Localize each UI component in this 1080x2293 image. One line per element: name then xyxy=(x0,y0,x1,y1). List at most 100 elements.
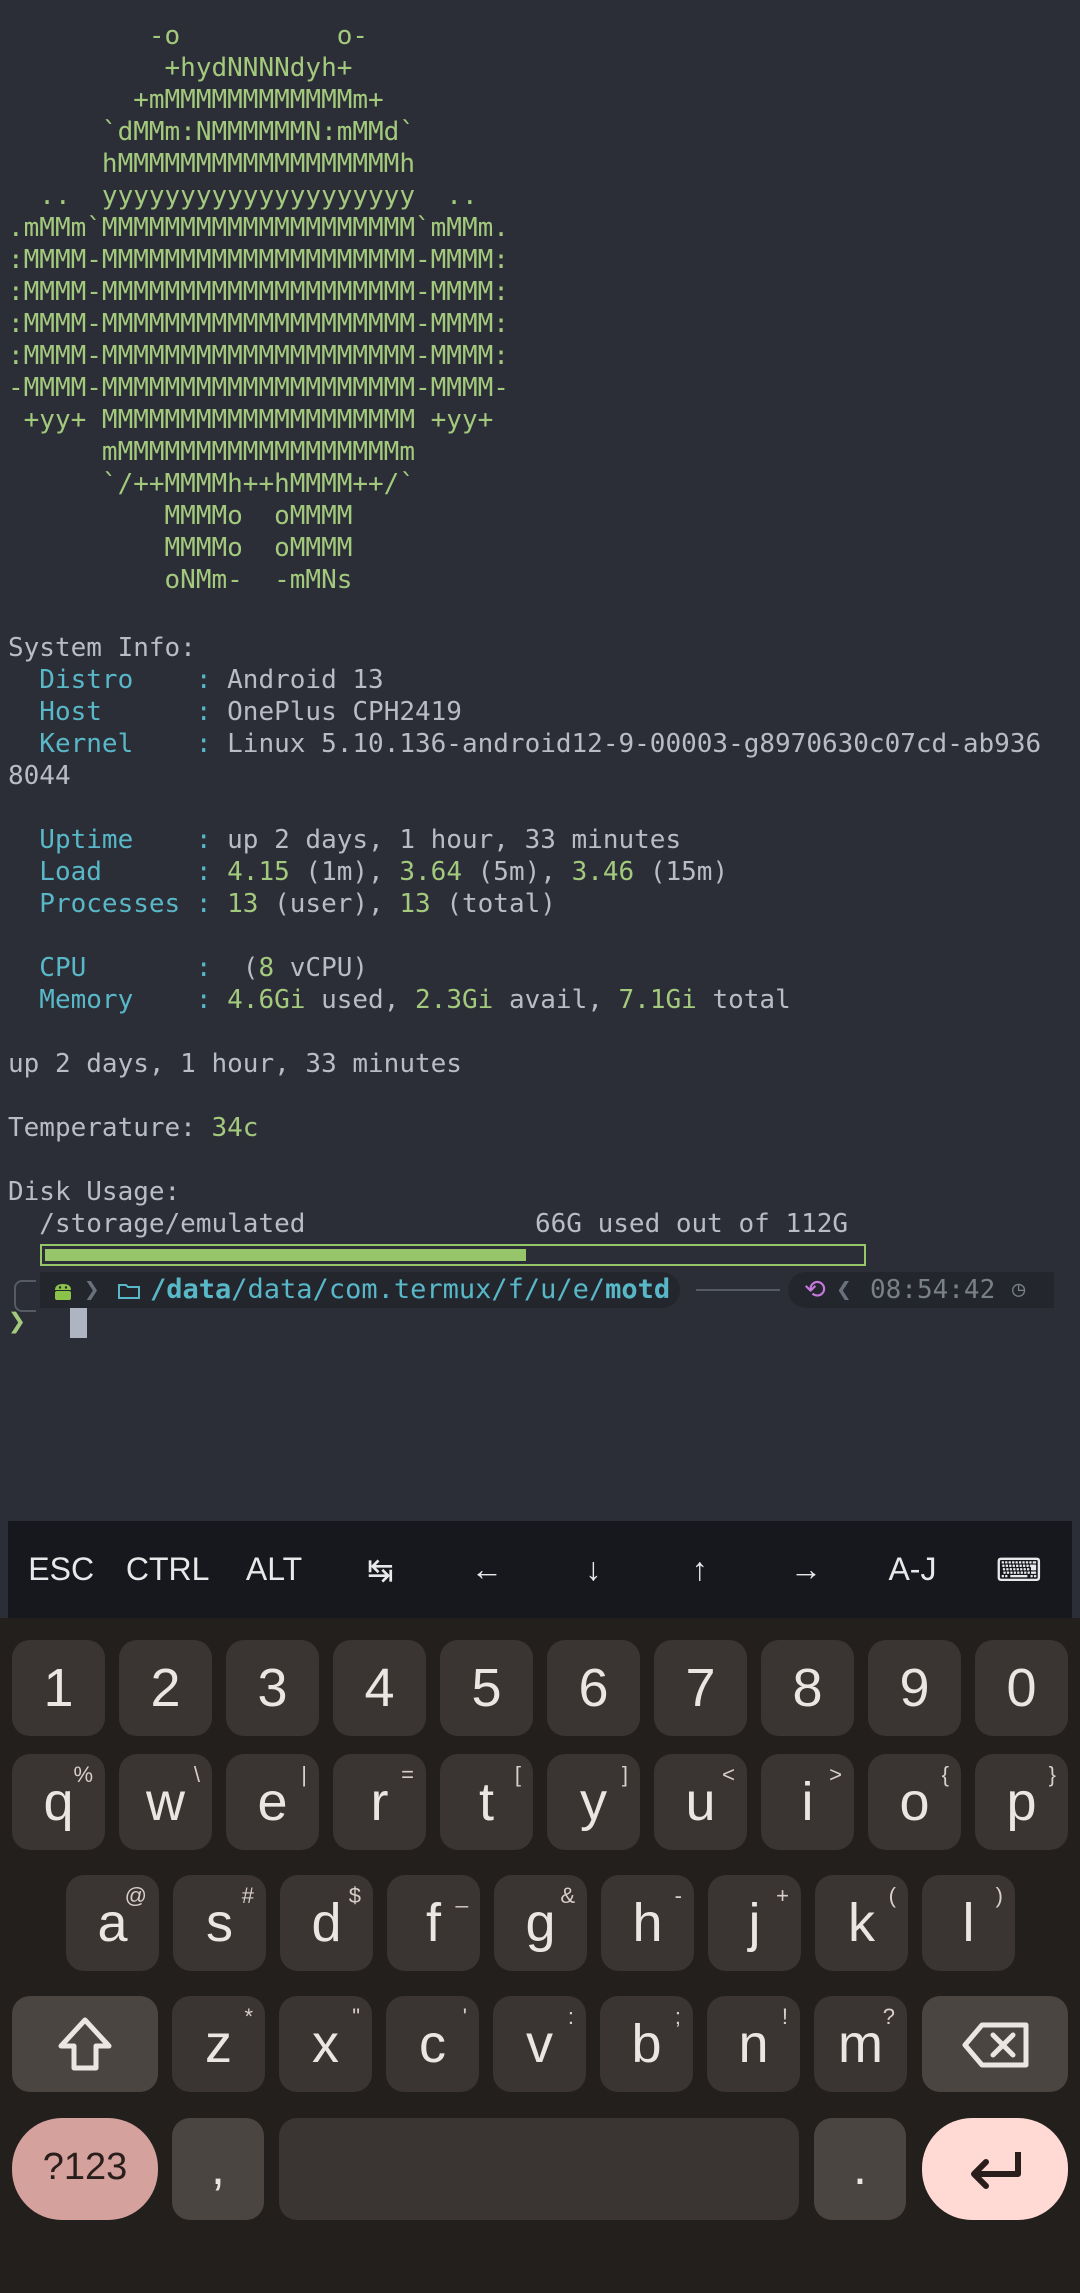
key-p[interactable]: p} xyxy=(975,1754,1068,1850)
key-k[interactable]: k( xyxy=(815,1875,908,1971)
symbols-key-label: ?123 xyxy=(42,2146,128,2188)
load-label: Load xyxy=(8,857,196,887)
load-line: Load : 4.15 (1m), 3.64 (5m), 3.46 (15m) xyxy=(8,856,728,888)
key-2[interactable]: 2 xyxy=(119,1640,212,1736)
kernel-wrap: 8044 xyxy=(8,761,71,791)
cpu-count: 8 xyxy=(258,953,275,983)
keyboard-toggle-key[interactable]: ⌨ xyxy=(966,1551,1072,1589)
key-g[interactable]: g & xyxy=(494,1875,587,1971)
key-o[interactable]: o{ xyxy=(868,1754,961,1850)
symbols-key[interactable]: ?123 xyxy=(12,2118,158,2220)
tab-key[interactable]: ↹ xyxy=(327,1551,433,1589)
key-b[interactable]: b; xyxy=(600,1996,693,2092)
prompt-line: ❯ /data/data/com.termux/f/u/e/motd ⟲ ❮ 0… xyxy=(8,1272,1054,1312)
key-m[interactable]: m? xyxy=(814,1996,907,2092)
enter-key[interactable] xyxy=(922,2118,1068,2220)
arrow-left-key[interactable]: ← xyxy=(434,1551,540,1588)
key-9[interactable]: 9 xyxy=(868,1640,961,1736)
kernel-line: Kernel : Linux 5.10.136-android12-9-0000… xyxy=(8,728,1041,760)
terminal-screen[interactable]: -o o- +hydNNNNdyh+ +mMMMMMMMMMMMMm+ `dMM… xyxy=(0,0,1080,1520)
key-7[interactable]: 7 xyxy=(654,1640,747,1736)
path-middle: /data/com.termux/f/u/e/ xyxy=(231,1274,606,1305)
esc-key[interactable]: ESC xyxy=(8,1551,114,1588)
key-5[interactable]: 5 xyxy=(440,1640,533,1736)
key-y[interactable]: y] xyxy=(547,1754,640,1850)
temperature-line: Temperature: 34c xyxy=(8,1112,258,1144)
colon: : xyxy=(195,825,228,855)
backspace-key[interactable] xyxy=(922,1996,1068,2092)
key-w[interactable]: w \ xyxy=(119,1754,212,1850)
arrow-up-key[interactable]: ↑ xyxy=(646,1551,752,1588)
key-x[interactable]: x " xyxy=(279,1996,372,2092)
key-0[interactable]: 0 xyxy=(975,1640,1068,1736)
space-key[interactable] xyxy=(279,2118,799,2220)
cpu-post: vCPU) xyxy=(274,953,369,983)
a-j-key[interactable]: A-J xyxy=(859,1551,965,1588)
ascii-art-line: :MMMM-MMMMMMMMMMMMMMMMMMMM-MMMM: xyxy=(8,309,509,339)
comma-key[interactable]: , xyxy=(172,2118,264,2220)
distro-value: Android 13 xyxy=(227,665,384,695)
key-hint: + xyxy=(776,1883,789,1908)
key-hint: _ xyxy=(455,1883,468,1908)
key-z[interactable]: z * xyxy=(172,1996,265,2092)
key-t[interactable]: t[ xyxy=(440,1754,533,1850)
temperature-label: Temperature: xyxy=(8,1113,212,1143)
ascii-art-line: mMMMMMMMMMMMMMMMMMMm xyxy=(8,437,415,467)
key-n[interactable]: n! xyxy=(707,1996,800,2092)
ascii-art-line: `dMMm:NMMMMMMN:mMMd` xyxy=(8,117,415,147)
arrow-down-key[interactable]: ↓ xyxy=(540,1551,646,1588)
key-d[interactable]: d $ xyxy=(280,1875,373,1971)
chevron-left-icon: ❮ xyxy=(836,1275,852,1305)
key-hint: ? xyxy=(882,2004,895,2029)
key-hint: \ xyxy=(193,1762,200,1787)
load-1m: 4.15 xyxy=(227,857,290,887)
key-c[interactable]: c ' xyxy=(386,1996,479,2092)
key-1[interactable]: 1 xyxy=(12,1640,105,1736)
enter-icon xyxy=(971,2152,1021,2189)
key-i[interactable]: i > xyxy=(761,1754,854,1850)
key-l[interactable]: l) xyxy=(922,1875,1015,1971)
key-3[interactable]: 3 xyxy=(226,1640,319,1736)
comma-key-label: , xyxy=(211,2139,225,2195)
key-j[interactable]: j + xyxy=(708,1875,801,1971)
key-u[interactable]: u < xyxy=(654,1754,747,1850)
colon: : xyxy=(195,953,228,983)
arrow-right-key[interactable]: → xyxy=(753,1551,859,1588)
key-hint: = xyxy=(401,1762,414,1787)
key-label: 9 xyxy=(899,1658,930,1718)
key-v[interactable]: v: xyxy=(493,1996,586,2092)
key-a[interactable]: a @ xyxy=(66,1875,159,1971)
uptime-label: Uptime xyxy=(8,825,196,855)
key-q[interactable]: q% xyxy=(12,1754,105,1850)
folder-icon xyxy=(118,1284,140,1299)
key-8[interactable]: 8 xyxy=(761,1640,854,1736)
load-1m-unit: (1m), xyxy=(289,857,400,887)
key-label: 1 xyxy=(43,1658,74,1718)
key-hint: > xyxy=(829,1762,842,1787)
key-hint: $ xyxy=(348,1883,361,1908)
ascii-art-line: .. yyyyyyyyyyyyyyyyyyyy .. xyxy=(8,181,478,211)
alt-key[interactable]: ALT xyxy=(221,1551,327,1588)
distro-label: Distro xyxy=(8,665,196,695)
key-4[interactable]: 4 xyxy=(333,1640,426,1736)
chevron-right-icon: ❯ xyxy=(84,1275,100,1305)
shift-key[interactable] xyxy=(12,1996,158,2092)
key-h[interactable]: h- xyxy=(601,1875,694,1971)
memory-label: Memory xyxy=(8,985,196,1015)
key-r[interactable]: r = xyxy=(333,1754,426,1850)
key-hint: } xyxy=(1048,1762,1056,1787)
ascii-art-line: -o o- xyxy=(8,21,369,51)
ascii-art-line: oNMm- -mMNs xyxy=(8,565,353,595)
key-f[interactable]: f _ xyxy=(387,1875,480,1971)
ascii-art-line: -MMMM-MMMMMMMMMMMMMMMMMMMM-MMMM- xyxy=(8,373,509,403)
load-5m-unit: (5m), xyxy=(461,857,572,887)
key-label: 8 xyxy=(792,1658,823,1718)
path-root: /data xyxy=(150,1274,232,1305)
key-6[interactable]: 6 xyxy=(547,1640,640,1736)
colon: : xyxy=(195,857,228,887)
ctrl-key[interactable]: CTRL xyxy=(114,1551,220,1588)
key-label: 3 xyxy=(257,1658,288,1718)
key-e[interactable]: e | xyxy=(226,1754,319,1850)
period-key[interactable]: . xyxy=(814,2118,906,2220)
key-s[interactable]: s # xyxy=(173,1875,266,1971)
